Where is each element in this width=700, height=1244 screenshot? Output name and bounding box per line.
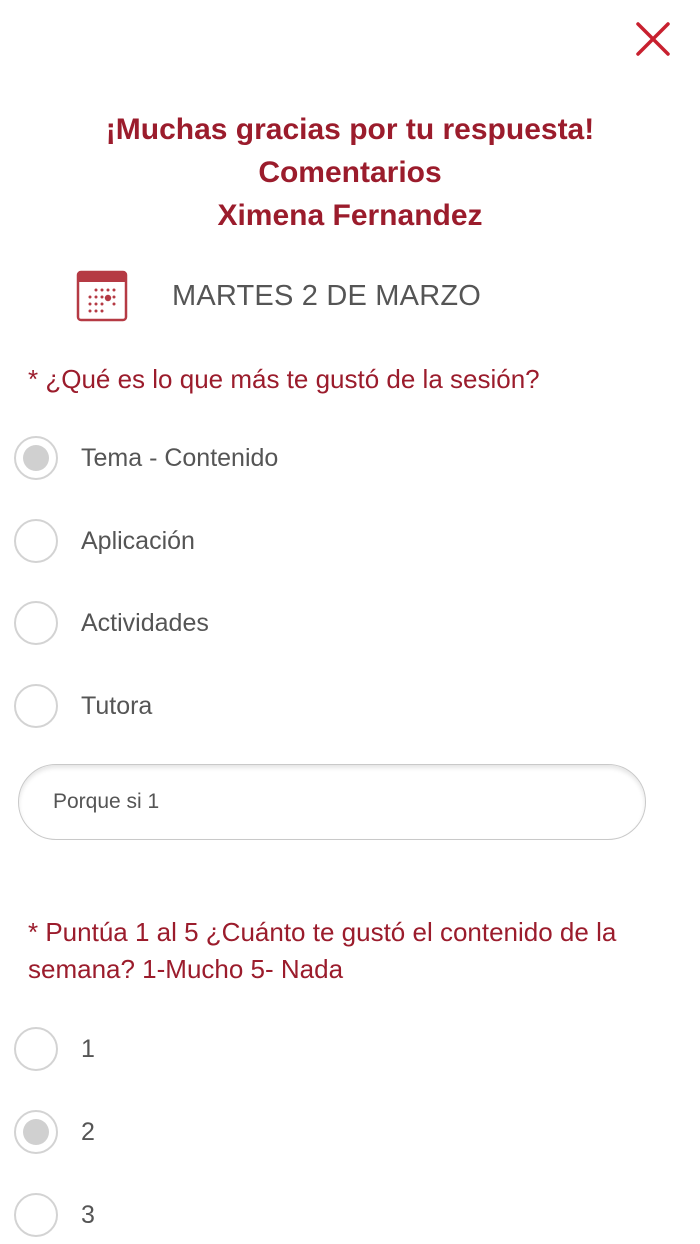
q1-option-aplicacion[interactable]: Aplicación: [14, 516, 195, 566]
question-2-text: * Puntúa 1 al 5 ¿Cuánto te gustó el cont…: [28, 917, 617, 984]
option-label: Actividades: [81, 608, 209, 637]
radio-button[interactable]: [14, 1110, 58, 1154]
q1-option-tema-contenido[interactable]: Tema - Contenido: [14, 433, 278, 483]
q1-option-tutora[interactable]: Tutora: [14, 681, 152, 731]
q2-option-1[interactable]: 1: [14, 1024, 95, 1074]
radio-button[interactable]: [14, 1027, 58, 1071]
q2-option-2[interactable]: 2: [14, 1107, 95, 1157]
option-label: Aplicación: [81, 526, 195, 555]
option-label: 3: [81, 1200, 95, 1229]
radio-button[interactable]: [14, 519, 58, 563]
close-button[interactable]: [632, 18, 674, 60]
question-1-text: * ¿Qué es lo que más te gustó de la sesi…: [28, 364, 540, 394]
option-label: Tema - Contenido: [81, 443, 279, 472]
radio-button[interactable]: [14, 601, 58, 645]
comment-input[interactable]: [18, 764, 646, 840]
close-icon[interactable]: [632, 18, 674, 60]
option-label: 1: [81, 1034, 95, 1063]
q2-option-3[interactable]: 3: [14, 1190, 95, 1240]
option-label: Tutora: [81, 691, 153, 720]
form-title: Comentarios: [258, 156, 442, 189]
tutor-name: Ximena Fernandez: [217, 199, 483, 232]
radio-button[interactable]: [14, 684, 58, 728]
date-label: MARTES 2 DE MARZO: [172, 279, 482, 312]
radio-selected-dot: [23, 1119, 49, 1145]
radio-selected-dot: [23, 445, 49, 471]
calendar-icon: [76, 270, 128, 322]
session-date: MARTES 2 DE MARZO: [76, 268, 481, 324]
q1-option-actividades[interactable]: Actividades: [14, 598, 209, 648]
thanks-title: ¡Muchas gracias por tu respuesta!: [105, 113, 595, 146]
option-label: 2: [81, 1117, 95, 1146]
header: ¡Muchas gracias por tu respuesta! Coment…: [0, 108, 700, 237]
radio-button[interactable]: [14, 436, 58, 480]
radio-button[interactable]: [14, 1193, 58, 1237]
